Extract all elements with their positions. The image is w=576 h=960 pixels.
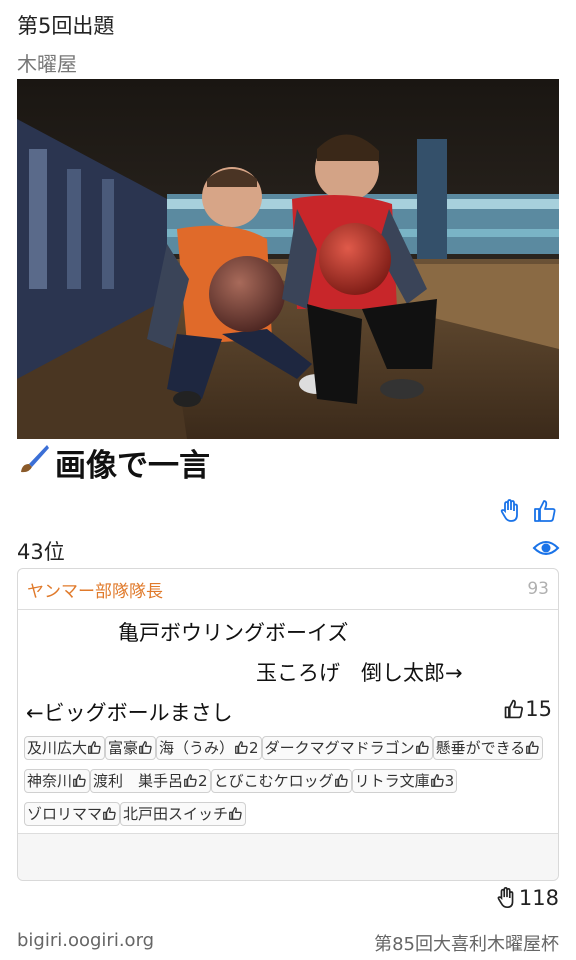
like-count-value: 15 [525, 697, 552, 721]
answer-line: ←ビッグボールまさし [26, 701, 233, 725]
thumbs-up-icon [235, 741, 248, 754]
thumbs-up-icon [504, 699, 524, 719]
voter-name: 富豪 [108, 739, 139, 757]
raise-hand-icon[interactable] [498, 498, 524, 528]
thumbs-up-icon [103, 807, 116, 820]
voter-tag[interactable]: 懸垂ができる [432, 736, 544, 760]
voter-tag[interactable]: とびこむケロッグ [210, 769, 352, 793]
answer-line: 亀戸ボウリングボーイズ [118, 621, 349, 645]
voter-list: 及川広大 富豪 海（うみ） 2 ダークマグマドラゴン 懸垂ができる神奈川 渡利 巣手呂 2 とび… [24, 733, 552, 832]
voter-count: 3 [444, 772, 455, 790]
voter-tag[interactable]: ダークマグマドラゴン [261, 736, 433, 760]
thumbs-up-icon [526, 741, 539, 754]
voter-name: 北戸田スイッチ [123, 805, 229, 823]
answer-line: 玉ころげ 倒し太郎→ [256, 661, 463, 685]
action-icons [498, 498, 558, 528]
thumbs-up-icon [184, 774, 197, 787]
voter-name: 懸垂ができる [435, 739, 526, 757]
page-subtitle: 木曜屋 [17, 52, 77, 76]
voter-tag[interactable]: 北戸田スイッチ [120, 802, 247, 826]
paintbrush-icon [17, 442, 51, 484]
thumbs-up-icon [139, 741, 152, 754]
voter-tag[interactable]: 海（うみ） 2 [156, 736, 262, 760]
voter-tag[interactable]: 神奈川 [24, 769, 91, 793]
rank-label: 43位 [17, 540, 65, 564]
thumbs-up-icon [415, 741, 429, 754]
bowling-boys-photo [17, 79, 559, 439]
like-count: 15 [503, 697, 552, 721]
voter-tag[interactable]: ゾロリママ [24, 802, 121, 826]
thumbs-up-icon [430, 774, 444, 787]
eye-icon[interactable] [532, 537, 560, 563]
answer-card: ヤンマー部隊隊長 93 亀戸ボウリングボーイズ 玉ころげ 倒し太郎→ ←ビッグボ… [17, 568, 559, 881]
voter-name: 海（うみ） [159, 739, 235, 757]
section-title: 画像で一言 [55, 448, 210, 484]
voter-name: 渡利 巣手呂 [93, 772, 184, 790]
voter-name: 神奈川 [27, 772, 73, 790]
voter-tag[interactable]: リトラ文庫 3 [351, 769, 458, 793]
voter-name: 及川広大 [27, 739, 88, 757]
site-link[interactable]: bigiri.oogiri.org [17, 930, 154, 951]
thumbs-up-icon [229, 807, 242, 820]
page-title: 第5回出題 [17, 14, 115, 38]
voter-tag[interactable]: 渡利 巣手呂 2 [90, 769, 211, 793]
thumbs-up-icon [88, 741, 101, 754]
event-name[interactable]: 第85回大喜利木曜屋杯 [374, 930, 559, 956]
section-heading: 画像で一言 [17, 440, 210, 485]
total-votes-value: 118 [518, 886, 559, 910]
voter-tag[interactable]: 及川広大 [24, 736, 106, 760]
voter-name: とびこむケロッグ [213, 772, 334, 790]
thumbs-up-icon [334, 774, 348, 787]
card-footer [18, 833, 558, 880]
score: 93 [527, 579, 549, 599]
voter-tag[interactable]: 富豪 [105, 736, 157, 760]
author-name[interactable]: ヤンマー部隊隊長 [27, 577, 163, 602]
voter-count: 2 [249, 739, 259, 757]
thumbs-up-icon[interactable] [532, 498, 558, 528]
total-votes: 118 [495, 886, 559, 910]
thumbs-up-icon [73, 774, 86, 787]
prompt-photo [17, 79, 559, 439]
voter-count: 2 [198, 772, 208, 790]
voter-name: ゾロリママ [27, 805, 103, 823]
voter-name: ダークマグマドラゴン [264, 739, 415, 757]
card-header: ヤンマー部隊隊長 93 [18, 569, 558, 610]
raise-hand-icon [497, 887, 514, 909]
voter-name: リトラ文庫 [354, 772, 430, 790]
